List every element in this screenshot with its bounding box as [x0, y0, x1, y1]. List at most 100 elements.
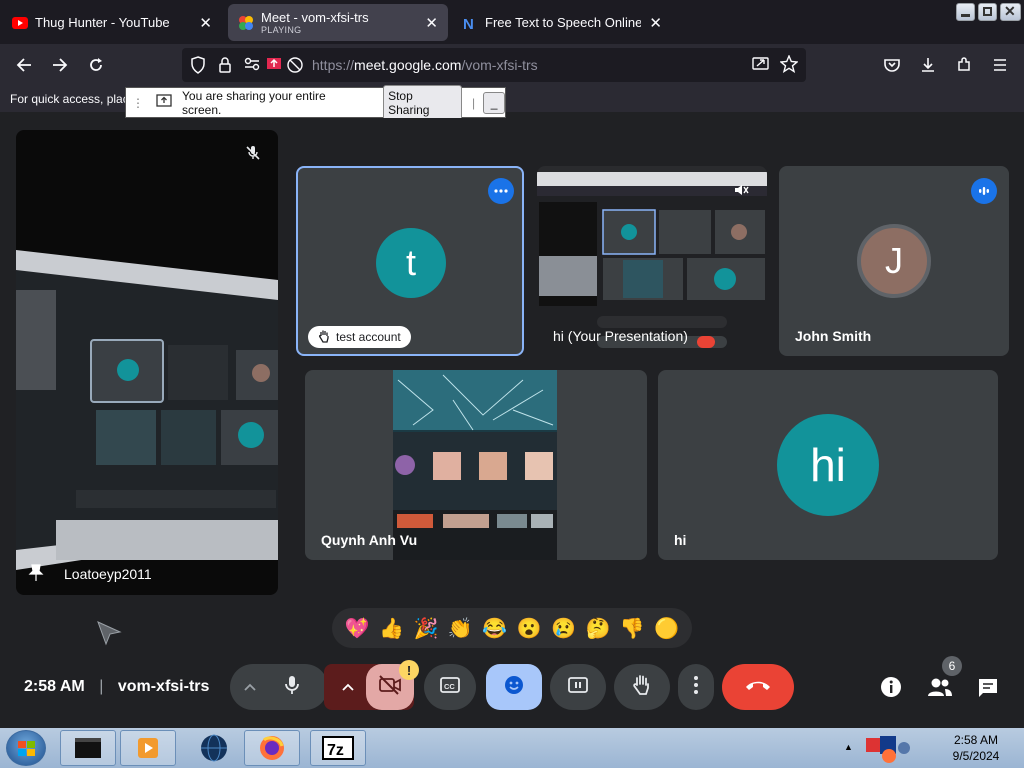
permissions-icon[interactable]: [244, 57, 260, 76]
meeting-details-icon[interactable]: [880, 676, 902, 703]
taskbar-app-7zip[interactable]: 7z: [310, 730, 366, 766]
windows-taskbar: 7z ▲ 2:58 AM 9/5/2024: [0, 728, 1024, 768]
tab-title: Thug Hunter - YouTube: [35, 15, 170, 30]
start-button[interactable]: [6, 730, 46, 766]
more-vert-icon: [693, 675, 699, 700]
participant-count-badge: 6: [942, 656, 962, 676]
meeting-code: vom-xfsi-trs: [117, 678, 210, 695]
speaking-indicator-icon[interactable]: [971, 178, 997, 204]
app-menu-icon[interactable]: [988, 53, 1012, 77]
meeting-time: 2:58 AM: [24, 678, 85, 695]
screen-sharing-indicator-icon[interactable]: [266, 56, 282, 77]
downloads-icon[interactable]: [916, 53, 940, 77]
mouse-cursor-icon: [97, 621, 122, 646]
reaction-laughing[interactable]: 😂: [482, 616, 507, 641]
tab-text-to-speech[interactable]: N Free Text to Speech Online with ✕: [452, 4, 672, 41]
windows-logo-icon: [18, 741, 35, 756]
forward-button[interactable]: [48, 53, 72, 77]
reaction-party-popper[interactable]: 🎉: [414, 616, 439, 641]
participant-tile-hi[interactable]: hi hi: [658, 370, 998, 560]
microphone-button[interactable]: [284, 674, 300, 701]
url-text[interactable]: https://meet.google.com/vom-xfsi-trs: [312, 57, 538, 73]
closed-captions-icon: CC: [439, 676, 461, 699]
participant-tile-john-smith[interactable]: J John Smith: [779, 166, 1009, 356]
meeting-info: 2:58 AM | vom-xfsi-trs: [24, 678, 209, 696]
hand-icon: [318, 329, 330, 346]
captions-button[interactable]: CC: [424, 664, 476, 710]
avatar: hi: [777, 414, 879, 516]
drag-handle-icon[interactable]: ⋮: [132, 96, 144, 110]
extensions-icon[interactable]: [952, 53, 976, 77]
more-options-button[interactable]: [678, 664, 714, 710]
screen-share-status-icon[interactable]: [752, 56, 770, 77]
svg-text:N: N: [463, 16, 474, 31]
reaction-surprised[interactable]: 😮: [517, 616, 542, 641]
show-hidden-icons-icon[interactable]: ▲: [844, 742, 853, 752]
people-icon[interactable]: [927, 676, 953, 703]
hand-icon: [632, 674, 652, 701]
minimize-share-bar-button[interactable]: _: [483, 91, 505, 114]
reaction-sad[interactable]: 😢: [551, 616, 576, 641]
reaction-clapping[interactable]: 👏: [448, 616, 473, 641]
leave-call-button[interactable]: [722, 664, 794, 710]
pin-icon[interactable]: [28, 564, 44, 587]
reload-button[interactable]: [84, 53, 108, 77]
stop-sharing-button[interactable]: Stop Sharing: [383, 84, 463, 121]
participant-tile-test-account[interactable]: t test account: [296, 166, 524, 356]
naturalreader-icon: N: [462, 15, 478, 31]
7zip-icon: 7z: [322, 736, 354, 760]
svg-text:7z: 7z: [327, 742, 344, 759]
reaction-thumbs-up[interactable]: 👍: [379, 616, 404, 641]
address-bar[interactable]: https://meet.google.com/vom-xfsi-trs: [182, 48, 806, 82]
reactions-button[interactable]: [486, 664, 542, 710]
taskbar-app-firefox[interactable]: [244, 730, 300, 766]
present-icon: [567, 676, 589, 699]
tab-youtube[interactable]: Thug Hunter - YouTube ✕: [2, 4, 222, 41]
participant-name: hi (Your Presentation): [553, 328, 688, 344]
smiley-icon: [503, 674, 525, 701]
taskbar-app-globe[interactable]: [186, 730, 242, 766]
participant-tile-quynh-anh-vu[interactable]: Quynh Anh Vu: [305, 370, 647, 560]
lock-icon[interactable]: [218, 56, 232, 79]
tab-meet[interactable]: Meet - vom-xfsi-trs PLAYING ✕: [228, 4, 448, 41]
chat-icon[interactable]: [977, 677, 999, 704]
taskbar-app-media-player[interactable]: [120, 730, 176, 766]
taskbar-clock[interactable]: 2:58 AM 9/5/2024: [936, 732, 1016, 764]
close-tab-icon[interactable]: ✕: [649, 14, 662, 32]
system-tray: ▲: [842, 728, 914, 768]
close-tab-icon[interactable]: ✕: [199, 14, 212, 32]
close-window-button[interactable]: ✕: [1000, 3, 1021, 21]
participant-tile-presentation[interactable]: hi (Your Presentation): [537, 166, 767, 356]
participant-name: Quynh Anh Vu: [321, 532, 418, 548]
present-screen-button[interactable]: [550, 664, 606, 710]
tab-title: Meet - vom-xfsi-trs: [261, 10, 369, 25]
pocket-icon[interactable]: [880, 53, 904, 77]
audio-settings-chevron-icon[interactable]: [244, 678, 256, 696]
minimize-window-button[interactable]: [956, 3, 975, 21]
close-tab-icon[interactable]: ✕: [425, 14, 438, 32]
svg-text:CC: CC: [444, 682, 455, 691]
reaction-thinking[interactable]: 🤔: [585, 616, 610, 641]
globe-icon: [201, 734, 227, 762]
back-button[interactable]: [12, 53, 36, 77]
restore-window-button[interactable]: [978, 3, 997, 21]
screen-sharing-notification: ⋮ You are sharing your entire screen. St…: [125, 84, 506, 121]
avatar: J: [857, 224, 931, 298]
reaction-skin-tone-selector[interactable]: 🟡: [654, 616, 679, 641]
tray-icons[interactable]: [864, 732, 912, 764]
tracking-protection-shield-icon[interactable]: [190, 56, 206, 79]
participant-name: hi: [674, 532, 687, 548]
video-settings-chevron-icon[interactable]: [342, 678, 354, 696]
terminal-app-icon: [75, 738, 101, 758]
taskbar-app-terminal[interactable]: [60, 730, 116, 766]
bookmark-star-icon[interactable]: [779, 54, 799, 78]
mic-muted-icon: [733, 182, 749, 203]
bookmarks-hint: For quick access, plac: [10, 92, 129, 106]
camera-blocked-icon[interactable]: [286, 56, 304, 79]
more-options-icon[interactable]: [488, 178, 514, 204]
reaction-sparkling-heart[interactable]: 💖: [345, 616, 370, 641]
reaction-thumbs-down[interactable]: 👎: [620, 616, 645, 641]
raise-hand-button[interactable]: [614, 664, 670, 710]
participant-name: test account: [336, 330, 401, 344]
participant-tile-loatoeyp2011[interactable]: Loatoeyp2011: [16, 130, 278, 595]
